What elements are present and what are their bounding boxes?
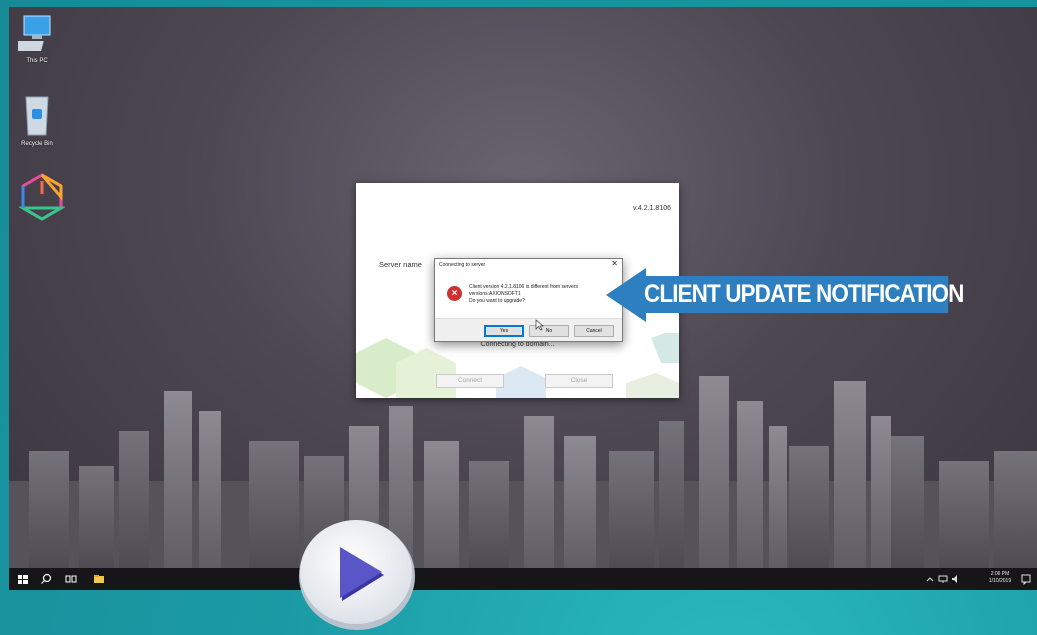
search-icon[interactable] <box>39 572 53 586</box>
desktop-icon-label: Recycle Bin <box>21 141 53 147</box>
close-icon[interactable]: ✕ <box>611 259 618 268</box>
volume-icon[interactable] <box>949 572 963 586</box>
computer-icon <box>13 15 51 51</box>
dialog-title: Connecting to server <box>439 262 486 268</box>
windows-start-icon[interactable] <box>16 572 30 586</box>
desktop-icon-power-app[interactable] <box>14 172 70 224</box>
notification-icon[interactable] <box>1019 572 1033 586</box>
yes-button[interactable]: Yes <box>484 325 524 337</box>
dialog-body: × Client version 4.2.1.8106 is different… <box>435 272 622 316</box>
taskbar: 2:06 PM 1/10/2019 <box>9 568 1037 590</box>
network-icon[interactable] <box>936 572 950 586</box>
upgrade-dialog: Connecting to server ✕ × Client version … <box>434 258 623 342</box>
dialog-footer: Yes No Cancel <box>435 318 622 341</box>
close-button[interactable]: Close <box>545 374 613 388</box>
connect-button[interactable]: Connect <box>436 374 504 388</box>
error-icon: × <box>447 286 462 301</box>
mouse-cursor-icon <box>535 319 544 331</box>
desktop-icon-label: This PC <box>26 58 48 64</box>
taskbar-date[interactable]: 1/10/2019 <box>984 578 1016 584</box>
dialog-message-line: Client version 4.2.1.8106 is different f… <box>469 284 578 290</box>
version-label: v.4.2.1.8106 <box>632 205 671 212</box>
desktop-icon-this-pc[interactable]: This PC <box>9 14 65 64</box>
task-view-icon[interactable] <box>64 572 78 586</box>
callout-label: CLIENT UPDATE NOTIFICATION <box>644 276 964 313</box>
dialog-message-line: versions:AXIONSOFT1 <box>469 291 521 297</box>
hexagon-power-icon <box>17 173 67 221</box>
chevron-up-icon[interactable] <box>923 572 937 586</box>
dialog-message-line: Do you want to upgrade? <box>469 298 525 304</box>
cancel-button[interactable]: Cancel <box>574 325 614 337</box>
connection-status: Connecting to domain... <box>480 341 555 348</box>
client-update-callout: CLIENT UPDATE NOTIFICATION <box>606 268 982 322</box>
server-name-label: Server name <box>379 260 422 269</box>
desktop-icon-recycle-bin[interactable]: Recycle Bin <box>9 93 65 147</box>
recycle-bin-icon <box>25 96 49 136</box>
play-button[interactable] <box>296 514 418 632</box>
taskbar-time[interactable]: 2:06 PM <box>984 571 1016 577</box>
arrow-left-icon <box>606 268 646 322</box>
file-explorer-icon[interactable] <box>92 572 106 586</box>
